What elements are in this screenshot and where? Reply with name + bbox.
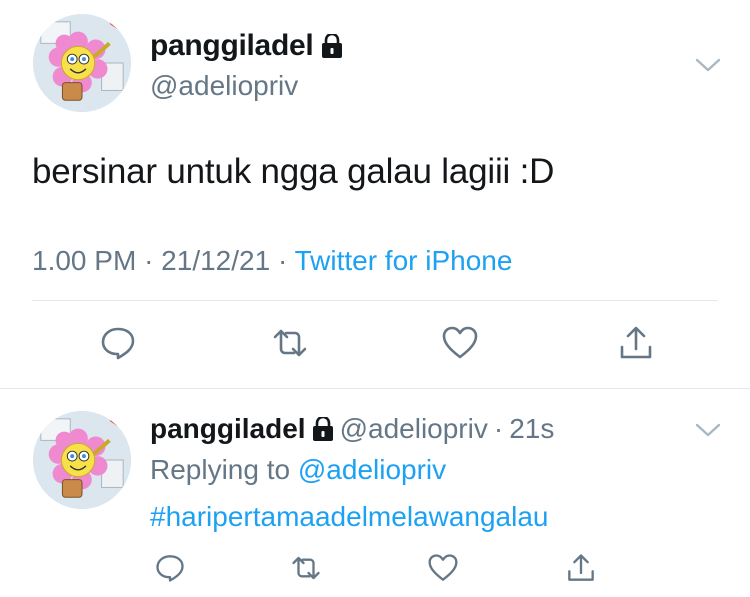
lock-icon: [321, 34, 343, 58]
retweet-button[interactable]: [291, 553, 321, 583]
display-name-text: panggiladel: [150, 29, 314, 62]
reply-icon: [156, 555, 184, 582]
retweet-icon: [273, 329, 307, 357]
tweet-source-link[interactable]: Twitter for iPhone: [295, 245, 513, 276]
tweet-date: 21/12/21: [161, 245, 271, 276]
avatar-image: [33, 14, 131, 112]
reply-button[interactable]: [100, 325, 136, 361]
tweet-time: 1.00 PM: [32, 245, 137, 276]
reply-tweet[interactable]: panggiladel @adeliopriv · 21s Replying t…: [0, 389, 750, 597]
header-separator: ·: [493, 413, 504, 444]
lock-icon: [312, 417, 334, 441]
reply-header: panggiladel @adeliopriv · 21s: [150, 413, 554, 445]
replying-to: Replying to @adeliopriv: [150, 454, 446, 486]
reply-icon: [101, 327, 135, 360]
share-icon: [568, 554, 594, 581]
display-name[interactable]: panggiladel: [150, 29, 343, 63]
heart-icon: [428, 554, 458, 581]
divider: [32, 300, 718, 301]
handle[interactable]: @adeliopriv: [340, 413, 488, 445]
retweet-button[interactable]: [272, 325, 308, 361]
display-name[interactable]: panggiladel: [150, 413, 306, 445]
handle[interactable]: @adeliopriv: [150, 70, 298, 102]
meta-separator: ·: [277, 245, 288, 276]
retweet-icon: [292, 556, 320, 580]
like-button[interactable]: [428, 553, 458, 583]
tweet-text: bersinar untuk ngga galau lagiii :D: [32, 152, 555, 191]
meta-separator: ·: [144, 245, 154, 276]
share-button[interactable]: [618, 325, 654, 361]
main-tweet: panggiladel @adeliopriv bersinar untuk n…: [0, 0, 750, 389]
avatar[interactable]: [33, 14, 131, 112]
tweet-age: 21s: [509, 413, 555, 444]
share-icon: [620, 326, 652, 359]
chevron-down-icon[interactable]: [694, 56, 722, 74]
heart-icon: [442, 326, 478, 359]
like-button[interactable]: [442, 325, 478, 361]
chevron-down-icon[interactable]: [694, 421, 722, 439]
replying-to-mention[interactable]: @adeliopriv: [298, 454, 446, 485]
reply-button[interactable]: [155, 553, 185, 583]
replying-to-label: Replying to: [150, 454, 291, 485]
share-button[interactable]: [566, 553, 596, 583]
tweet-meta: 1.00 PM · 21/12/21 · Twitter for iPhone: [32, 245, 512, 277]
avatar[interactable]: [33, 411, 131, 509]
avatar-image: [33, 411, 131, 509]
hashtag-link[interactable]: #haripertamaadelmelawangalau: [150, 501, 548, 533]
